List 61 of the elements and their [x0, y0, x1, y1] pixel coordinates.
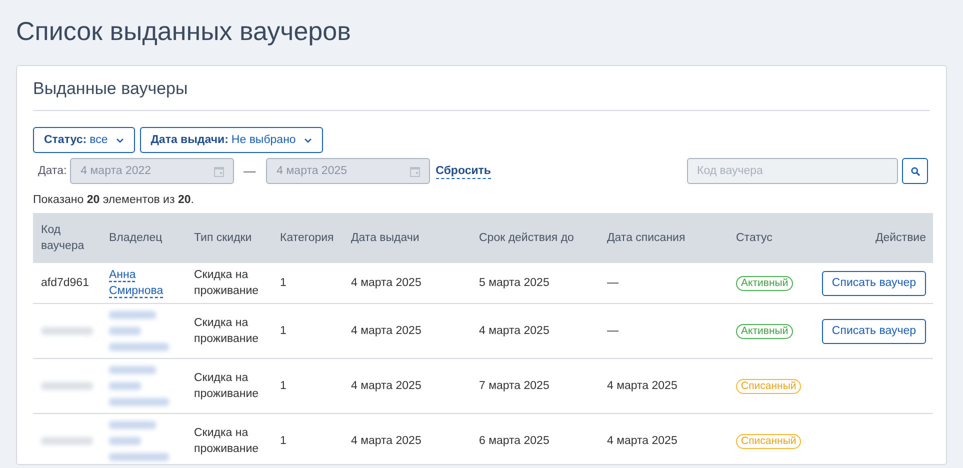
table-cell: 4 марта 2025 — [351, 325, 422, 337]
table-cell: 6 марта 2025 — [479, 435, 550, 447]
chevron-down-icon — [116, 138, 124, 142]
redacted-text — [109, 366, 156, 374]
table-cell: afd7d961 — [41, 277, 89, 289]
table-cell: Скидка на проживание — [194, 269, 259, 297]
redacted-text — [109, 343, 169, 351]
chevron-down-icon — [304, 138, 312, 142]
filter-dropdown[interactable]: Статус: все — [33, 127, 135, 153]
redacted-text — [109, 421, 156, 429]
column-header: Категория — [280, 232, 334, 244]
redacted-text — [109, 327, 141, 335]
owner-link[interactable]: Анна Смирнова — [109, 267, 186, 299]
write-off-button[interactable]: Списать ваучер — [822, 270, 926, 296]
date-separator: — — [244, 164, 256, 178]
search-field[interactable]: Код ваучера — [687, 158, 898, 184]
column-header: Тип скидки — [194, 232, 252, 244]
table-cell: 4 марта 2025 — [351, 380, 422, 392]
table-cell: 7 марта 2025 — [479, 380, 550, 392]
column-header: Код ваучера — [41, 224, 84, 252]
column-header: Статус — [736, 232, 772, 244]
redacted-text — [109, 311, 156, 319]
redacted-text — [109, 453, 169, 461]
calendar-icon — [410, 166, 420, 176]
status-badge: Активный — [736, 276, 794, 291]
write-off-button[interactable]: Списать ваучер — [822, 318, 926, 344]
redacted-text — [109, 382, 141, 390]
table-cell: 4 марта 2025 — [351, 435, 422, 447]
calendar-icon — [214, 166, 224, 176]
table-cell: — — [607, 277, 618, 289]
column-header: Срок действия до — [479, 232, 574, 244]
table-cell: 1 — [280, 380, 286, 392]
filter-dropdown[interactable]: Дата выдачи: Не выбрано — [140, 127, 323, 153]
column-header: Действие — [875, 232, 926, 244]
search-icon — [910, 166, 920, 176]
page-title: Список выданных ваучеров — [16, 15, 352, 48]
table-cell: 4 марта 2025 — [479, 325, 550, 337]
table-cell: 1 — [280, 277, 286, 289]
table-cell: — — [607, 325, 618, 337]
status-badge: Списанный — [736, 379, 802, 394]
column-header: Дата списания — [607, 232, 686, 244]
results-summary: Показано 20 элементов из 20. — [33, 194, 195, 206]
table-cell: Скидка на проживание — [194, 372, 259, 400]
redacted-text — [109, 398, 169, 406]
redacted-text — [109, 437, 141, 445]
table-cell: 5 марта 2025 — [479, 277, 550, 289]
status-badge: Активный — [736, 324, 794, 339]
card-title: Выданные ваучеры — [33, 78, 189, 100]
reset-link[interactable]: Сбросить — [436, 164, 491, 178]
table-cell: 4 марта 2025 — [607, 380, 678, 392]
table-cell: 1 — [280, 325, 286, 337]
search-button[interactable] — [902, 158, 928, 184]
table-cell: 1 — [280, 435, 286, 447]
table-cell: 4 марта 2025 — [351, 277, 422, 289]
table-cell: 4 марта 2025 — [607, 435, 678, 447]
column-header: Дата выдачи — [351, 232, 420, 244]
column-header: Владелец — [109, 232, 162, 244]
date-label: Дата: — [38, 165, 67, 177]
table-cell: Скидка на проживание — [194, 317, 259, 345]
status-badge: Списанный — [736, 434, 802, 449]
table-cell: Скидка на проживание — [194, 427, 259, 455]
